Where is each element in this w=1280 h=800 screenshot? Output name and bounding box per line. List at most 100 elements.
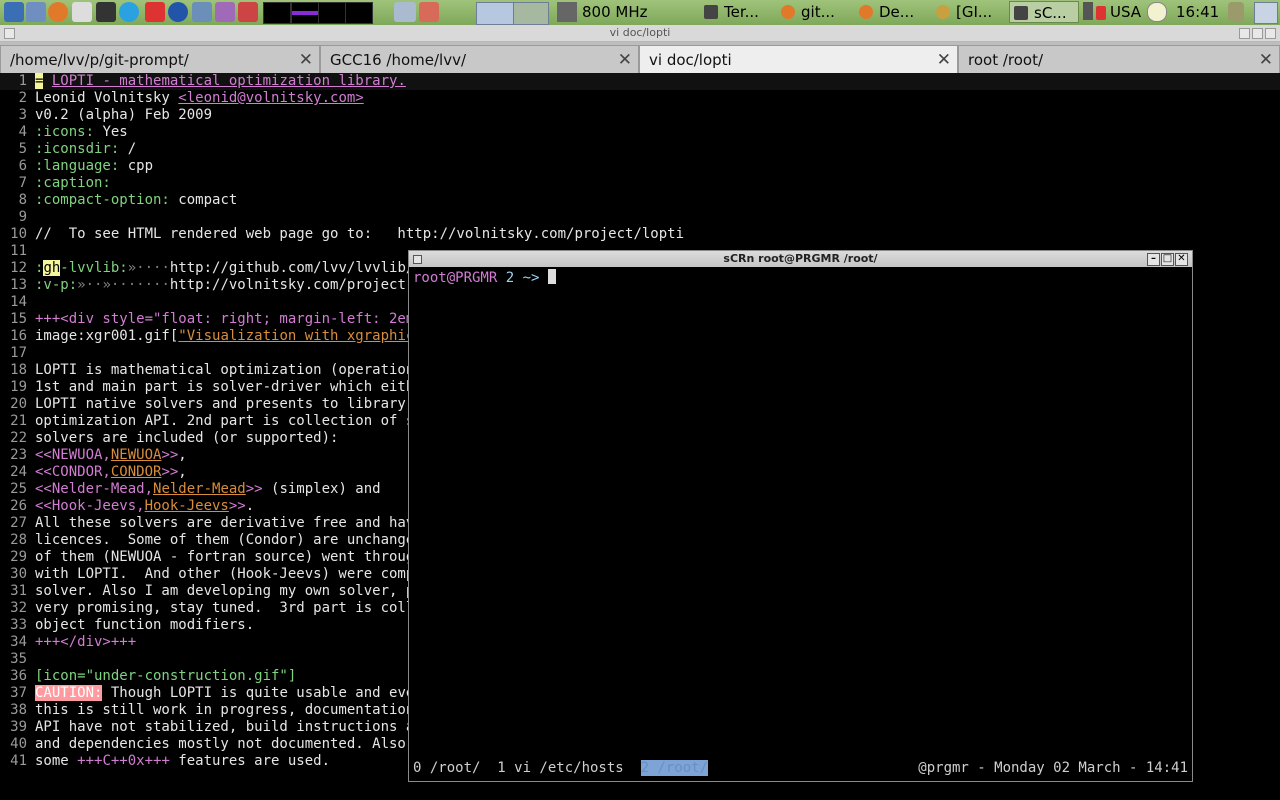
screen-terminal-window[interactable]: sCRn root@PRGMR /root/ – □ ✕ root@PRGMR … [408, 250, 1193, 782]
battery-icon[interactable] [1228, 2, 1244, 22]
tab-vi-lopti[interactable]: vi doc/lopti ✕ [639, 45, 958, 74]
task-screen[interactable]: sC... [1009, 1, 1079, 23]
task-gi[interactable]: [GI... [936, 1, 1006, 23]
editor-line[interactable]: 9 [0, 209, 1280, 226]
current-window[interactable]: 2 /root/ [640, 760, 709, 776]
host-date: @prgmr - Monday 02 March - 14:41 [918, 760, 1188, 776]
tray-icon[interactable] [1254, 2, 1278, 24]
line-number: 23 [10, 447, 27, 463]
line-text: :language: [35, 158, 128, 174]
line-text: some [35, 753, 78, 769]
line-text: licences. Some of them (Condor) are unch… [35, 532, 423, 548]
editor-line[interactable]: 2 Leonid Volnitsky <leonid@volnitsky.com> [0, 90, 1280, 107]
screen-status-line: 0 /root/ 1 vi /etc/hosts 2 /root/ @prgmr … [413, 759, 1188, 777]
clock[interactable]: 16:41 [1176, 1, 1219, 23]
line-text: -lvvlib: [60, 260, 128, 276]
line-number: 16 [10, 328, 27, 344]
editor-line[interactable]: 10 // To see HTML rendered web page go to… [0, 226, 1280, 243]
files-icon[interactable] [192, 2, 212, 22]
firefox-icon[interactable] [48, 2, 68, 22]
close-icon[interactable]: ✕ [1175, 253, 1188, 266]
terminal-icon [1014, 6, 1028, 20]
line-text: All these solvers are derivative free an… [35, 515, 423, 531]
task-de[interactable]: De... [859, 1, 933, 23]
window-list[interactable]: 0 /root/ 1 vi /etc/hosts [413, 760, 641, 776]
globe-icon[interactable] [168, 2, 188, 22]
line-text: compact [178, 192, 238, 208]
line-number: 41 [10, 753, 27, 769]
tab-gcc16[interactable]: GCC16 /home/lvv/✕ [320, 45, 639, 73]
line-text: (simplex) and [262, 481, 381, 497]
terminal-titlebar[interactable]: sCRn root@PRGMR /root/ – □ ✕ [409, 251, 1192, 267]
line-text: <<NEWUOA, [35, 447, 111, 463]
editor-line[interactable]: 7:caption: [0, 175, 1280, 192]
line-text: »··»······· [77, 277, 170, 293]
line-number: 35 [10, 651, 27, 667]
editor-line[interactable]: 4:icons: Yes [0, 124, 1280, 141]
workspace-2[interactable] [513, 2, 549, 25]
editor-line[interactable]: 1 = LOPTI - mathematical optimization lib… [0, 73, 1280, 90]
menu-icon[interactable] [4, 2, 24, 22]
terminal-icon[interactable] [96, 2, 116, 22]
editor-line[interactable]: 8:compact-option: compact [0, 192, 1280, 209]
line-number: 3 [18, 107, 27, 123]
line-text: +++</div>+++ [35, 634, 137, 650]
home-icon[interactable] [72, 2, 92, 22]
workspace-1[interactable] [476, 2, 514, 25]
close-icon[interactable] [1265, 28, 1276, 39]
tab-root[interactable]: root /root/✕ [958, 45, 1280, 73]
mail-icon[interactable] [238, 2, 258, 22]
line-text: <<Nelder-Mead, [35, 481, 154, 497]
load-graph [345, 2, 373, 24]
cpufreq-icon [557, 2, 577, 22]
mute-icon[interactable] [1096, 6, 1106, 20]
line-text: // To see HTML rendered web page go to: … [35, 226, 685, 242]
keyboard-layout[interactable]: USA [1110, 1, 1141, 23]
line-number: 34 [10, 634, 27, 650]
tab-git-prompt[interactable]: /home/lvv/p/git-prompt/✕ [0, 45, 320, 73]
firefox-icon [781, 5, 795, 19]
close-tab-icon[interactable]: ✕ [299, 46, 313, 73]
window-menu-icon[interactable] [4, 28, 15, 39]
skype-icon[interactable] [119, 2, 139, 22]
close-tab-icon[interactable]: ✕ [618, 46, 632, 73]
line-text: CONDOR [110, 464, 162, 480]
line-number: 11 [10, 243, 27, 259]
line-text: features are used. [169, 753, 331, 769]
close-tab-icon[interactable]: ✕ [1259, 46, 1273, 73]
maximize-icon[interactable]: □ [1161, 253, 1174, 266]
line-text: this is still work in progress, document… [35, 702, 432, 718]
editor-line[interactable]: 6:language: cpp [0, 158, 1280, 175]
task-terminal[interactable]: Ter... [704, 1, 776, 23]
window-titlebar: vi doc/lopti [0, 25, 1280, 42]
line-text: LOPTI is mathematical optimization (oper… [35, 362, 423, 378]
window-menu-icon[interactable] [413, 255, 422, 264]
terminal-body[interactable]: root@PRGMR 2 ~> 0 /root/ 1 vi /etc/hosts… [413, 269, 1188, 777]
line-text: . [245, 498, 255, 514]
line-number: 36 [10, 668, 27, 684]
app-icon[interactable] [145, 2, 165, 22]
calendar-icon[interactable] [26, 2, 46, 22]
line-number: 31 [10, 583, 27, 599]
line-text: Though LOPTI is quite usable and every [102, 685, 432, 701]
line-text: solver. Also I am developing my own solv… [35, 583, 432, 599]
line-number: 37 [10, 685, 27, 701]
editor-line[interactable]: 3 v0.2 (alpha) Feb 2009 [0, 107, 1280, 124]
line-text: LOPTI - mathematical optimization librar… [51, 73, 406, 89]
volume-icon[interactable] [1083, 2, 1093, 20]
line-text: "Visualization with xgraphics" [178, 328, 432, 344]
maximize-icon[interactable] [1252, 28, 1263, 39]
tool-icon[interactable] [419, 2, 439, 22]
line-text: very promising, stay tuned. 3rd part is … [35, 600, 432, 616]
line-text: +++C++0x+++ [77, 753, 170, 769]
line-text: object function modifiers. [35, 617, 255, 633]
close-tab-icon[interactable]: ✕ [937, 46, 951, 74]
minimize-icon[interactable] [1239, 28, 1250, 39]
editor-line[interactable]: 5:iconsdir: / [0, 141, 1280, 158]
line-text: :iconsdir: [35, 141, 128, 157]
line-number: 21 [10, 413, 27, 429]
task-git[interactable]: git... [781, 1, 855, 23]
minimize-icon[interactable]: – [1147, 253, 1160, 266]
vfe-icon[interactable] [394, 2, 416, 22]
pidgin-icon[interactable] [215, 2, 235, 22]
